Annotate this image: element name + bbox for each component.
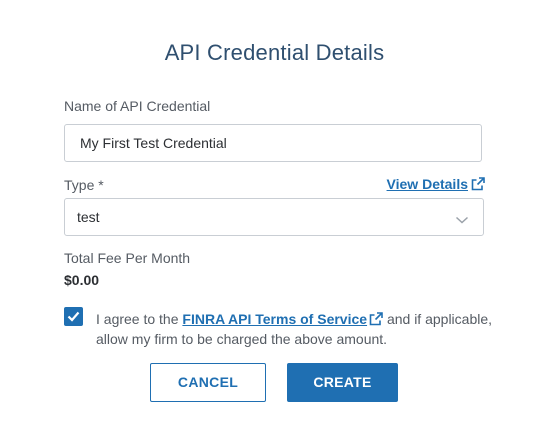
checkmark-icon [67, 311, 80, 322]
terms-checkbox[interactable] [64, 307, 83, 326]
view-details-label: View Details [386, 176, 468, 192]
credential-name-input[interactable] [64, 124, 482, 162]
terms-of-service-link[interactable]: FINRA API Terms of Service [182, 311, 383, 327]
terms-agreement-text: I agree to the FINRA API Terms of Servic… [96, 309, 496, 349]
fee-label: Total Fee Per Month [64, 250, 191, 266]
terms-link-label: FINRA API Terms of Service [182, 311, 368, 327]
external-link-icon [369, 312, 383, 326]
fee-value: $0.00 [64, 272, 100, 288]
chevron-down-icon [455, 212, 469, 224]
agreement-text-before: I agree to the [96, 311, 183, 327]
api-credential-dialog: API Credential Details Name of API Crede… [0, 0, 549, 443]
cancel-button[interactable]: CANCEL [150, 363, 266, 402]
type-field-label: Type * [64, 177, 104, 193]
dialog-title: API Credential Details [164, 40, 385, 65]
type-select[interactable]: test [64, 198, 484, 236]
name-field-label: Name of API Credential [64, 98, 211, 114]
type-select-value: test [77, 209, 100, 225]
external-link-icon [471, 177, 485, 191]
view-details-link[interactable]: View Details [387, 176, 485, 192]
create-button[interactable]: CREATE [287, 363, 398, 402]
